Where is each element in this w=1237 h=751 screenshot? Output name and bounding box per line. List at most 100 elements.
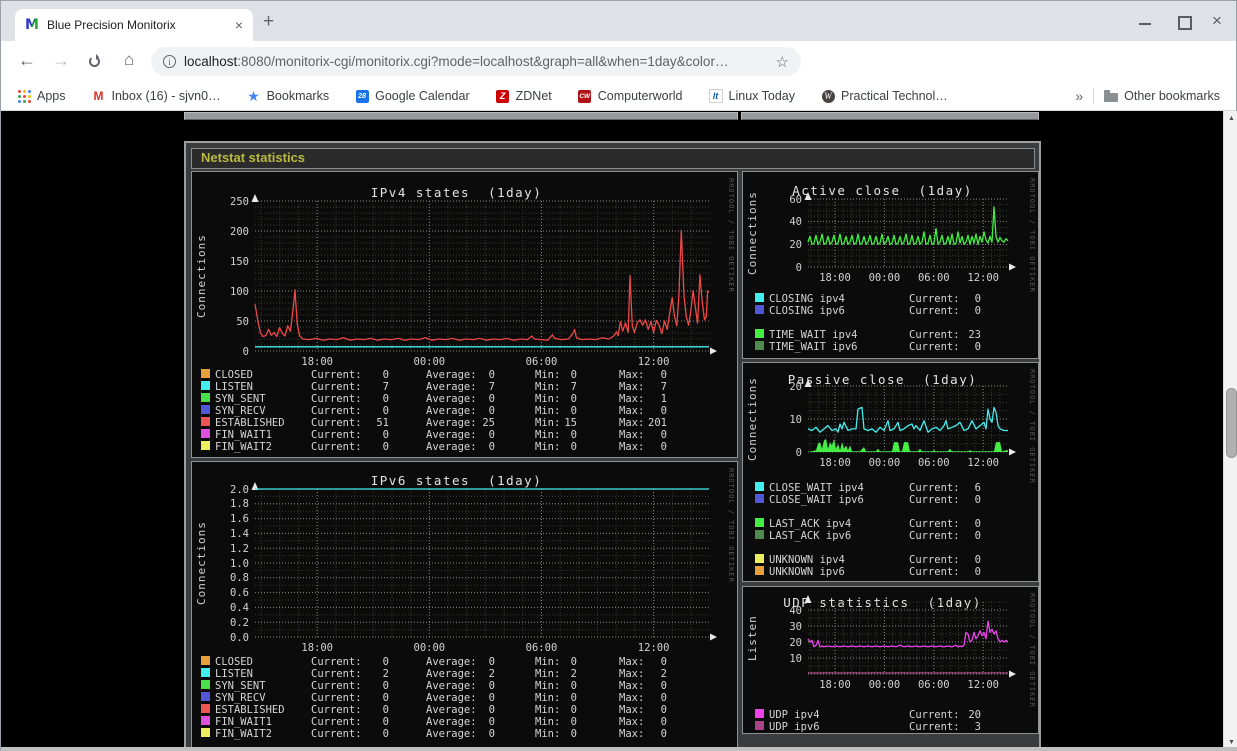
page-info-icon[interactable]: i — [163, 55, 176, 68]
window-close-button[interactable]: × — [1212, 11, 1222, 31]
netstat-section: Netstat statistics IPv4 states (1day) Co… — [184, 141, 1041, 751]
chart-plot — [804, 379, 1016, 456]
x-tick-label: 00:00 — [413, 356, 446, 368]
bookmark-star-icon[interactable]: ☆ — [776, 53, 789, 71]
legend-text: 7 — [488, 381, 495, 393]
bookmark-computerworld[interactable]: CW Computerworld — [578, 89, 683, 103]
chart-passive-close[interactable]: Passive close (1day) Connections RRDTOOL… — [742, 362, 1039, 582]
legend-swatch — [755, 305, 764, 314]
legend-text: 0 — [570, 393, 577, 405]
bookmark-bookmarks[interactable]: ★ Bookmarks — [247, 88, 329, 104]
legend-swatch — [755, 494, 764, 503]
legend-text: 0 — [660, 429, 667, 441]
legend-text: 51 — [376, 417, 389, 429]
series-line — [254, 229, 710, 341]
legend-swatch — [201, 656, 210, 665]
legend-swatch — [755, 341, 764, 350]
y-tick-label: 200 — [230, 225, 249, 238]
bookmark-practical-technology[interactable]: W Practical Technol… — [821, 89, 948, 103]
chart-title: IPv4 states (1day) — [370, 185, 543, 200]
legend-text: SYN_RECV — [215, 692, 266, 704]
legend-text: 0 — [974, 518, 981, 530]
forward-button[interactable]: → — [49, 50, 73, 71]
apps-grid-icon — [17, 89, 31, 103]
chart-udp-statistics[interactable]: UDP statistics (1day) Listen RRDTOOL / T… — [742, 586, 1039, 734]
bookmark-inbox[interactable]: M Inbox (16) - sjvn0… — [92, 89, 221, 103]
bookmark-zdnet[interactable]: Z ZDNet — [496, 89, 552, 103]
rrdtool-watermark: RRDTOOL / TOBI OETIKER — [1028, 178, 1036, 293]
minimize-button[interactable] — [1139, 23, 1151, 25]
other-bookmarks[interactable]: Other bookmarks — [1104, 89, 1220, 103]
legend-text: TIME_WAIT ipv6 — [769, 341, 858, 353]
x-tick-label: 12:00 — [637, 642, 670, 654]
legend-text: SYN_SENT — [215, 393, 266, 405]
x-tick-label: 00:00 — [868, 679, 901, 691]
chart-active-close[interactable]: Active close (1day) Connections RRDTOOL … — [742, 171, 1039, 359]
chart-ipv4-states[interactable]: IPv4 states (1day) Connections RRDTOOL /… — [191, 171, 738, 458]
linux-today-icon: lt — [708, 89, 723, 103]
legend-swatch — [755, 721, 764, 730]
legend-row: UDP ipv4 Current: 20 — [743, 709, 1038, 721]
legend-text: 0 — [974, 293, 981, 305]
legend-text: 0 — [570, 716, 577, 728]
new-tab-button[interactable]: + — [263, 11, 274, 33]
scroll-down-arrow-icon[interactable]: ▼ — [1224, 739, 1237, 746]
y-tick-label: 2.0 — [230, 483, 249, 496]
y-tick-label: 40 — [789, 216, 802, 229]
bookmarks-overflow-chevron[interactable]: » — [1075, 88, 1083, 104]
bookmark-google-calendar[interactable]: 28 Google Calendar — [355, 89, 470, 103]
legend-text: LISTEN — [215, 668, 253, 680]
legend-text: 0 — [488, 716, 495, 728]
bookmark-apps[interactable]: Apps — [17, 89, 66, 103]
reload-button[interactable] — [89, 54, 100, 67]
home-button[interactable]: ⌂ — [117, 50, 141, 70]
legend-text: 0 — [570, 441, 577, 453]
legend-row: CLOSE_WAIT ipv6 Current: 0 — [743, 494, 1038, 506]
chart-plot — [251, 482, 717, 641]
legend-swatch — [201, 704, 210, 713]
x-tick-label: 06:00 — [917, 457, 950, 469]
back-button[interactable]: ← — [15, 50, 39, 71]
legend-row: SYN_RECV Current: 0 Average: 0 Min: 0 Max: 0 — [192, 405, 737, 417]
vertical-scrollbar[interactable]: ▲ ▼ — [1223, 111, 1237, 751]
y-axis-label: Connections — [746, 377, 759, 461]
legend-text: 0 — [974, 530, 981, 542]
legend-text: 0 — [570, 405, 577, 417]
scrollbar-thumb[interactable] — [1226, 388, 1237, 458]
legend-text: 0 — [660, 680, 667, 692]
y-tick-label: 1.4 — [230, 527, 249, 540]
scroll-up-arrow-icon[interactable]: ▲ — [1224, 115, 1237, 122]
address-bar[interactable]: i localhost:8080/monitorix-cgi/monitorix… — [151, 47, 801, 76]
y-tick-label: 0.4 — [230, 601, 249, 614]
tab-close-icon[interactable]: × — [235, 17, 243, 33]
y-tick-label: 0.2 — [230, 616, 249, 629]
legend-row: SYN_SENT Current: 0 Average: 0 Min: 0 Max: 1 — [192, 393, 737, 405]
legend-text: ESTABLISHED — [215, 417, 285, 429]
x-axis-arrow-icon — [1009, 670, 1016, 678]
y-tick-label: 0.6 — [230, 587, 249, 600]
legend-text: 0 — [382, 369, 389, 381]
legend-row: CLOSING ipv4 Current: 0 — [743, 293, 1038, 305]
previous-section-edge — [741, 112, 1039, 120]
legend-text: 0 — [974, 566, 981, 578]
y-tick-label: 250 — [230, 195, 249, 208]
bookmark-linux-today[interactable]: lt Linux Today — [708, 89, 795, 103]
chart-ipv6-states[interactable]: IPv6 states (1day) Connections RRDTOOL /… — [191, 461, 738, 748]
maximize-button[interactable] — [1178, 16, 1192, 30]
legend-swatch — [755, 293, 764, 302]
y-tick-label: 10 — [789, 413, 802, 426]
legend-row: UNKNOWN ipv4 Current: 0 — [743, 554, 1038, 566]
browser-tab[interactable]: M Blue Precision Monitorix × — [15, 9, 253, 41]
legend-swatch — [201, 680, 210, 689]
y-tick-label: 50 — [236, 315, 249, 328]
y-tick-label: 0 — [795, 261, 802, 274]
legend-swatch — [755, 530, 764, 539]
legend-text: 23 — [968, 329, 981, 341]
legend-text: 0 — [570, 429, 577, 441]
legend-swatch — [201, 405, 210, 414]
legend-row: CLOSING ipv6 Current: 0 — [743, 305, 1038, 317]
window-bottom-edge — [1, 747, 1237, 751]
legend-text: 2 — [488, 668, 495, 680]
wordpress-icon: W — [821, 89, 835, 103]
legend-text: 0 — [382, 704, 389, 716]
